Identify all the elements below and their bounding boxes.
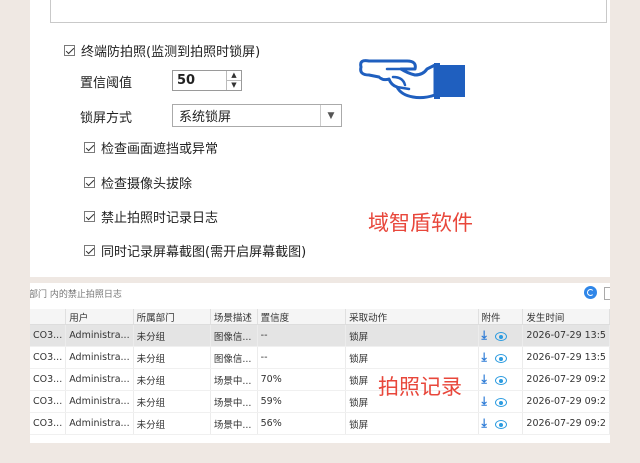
confidence-label-text: 置信阈值 [80, 76, 133, 91]
disable-photo-log-checkbox[interactable] [84, 211, 95, 222]
download-icon[interactable]: ⤓ [482, 350, 487, 364]
table-row[interactable]: CO3... Administra... 未分组 场景中... 56% 锁屏 ⤓… [30, 412, 610, 435]
cell-dept: 未分组 [133, 346, 211, 369]
cell-attachment: ⤓ [478, 324, 524, 347]
stepper-down-icon[interactable]: ▼ [227, 81, 241, 90]
check-camera-option[interactable]: 检查摄像头拔除 [84, 173, 192, 192]
cell-computer: CO3... [30, 390, 67, 413]
records-annotation: 拍照记录 [378, 375, 462, 399]
cell-time: 2026-07-29 09:2 [522, 390, 610, 413]
cell-attachment: ⤓ [478, 412, 524, 435]
filter-text: 部门 内的禁止拍照日志 [30, 290, 122, 300]
col-header-user[interactable]: 用户 [65, 309, 134, 325]
cell-confidence: 70% [257, 368, 347, 391]
download-icon[interactable]: ⤓ [482, 394, 487, 408]
lock-mode-label: 锁屏方式 [80, 107, 132, 126]
cell-scene: 图像信... [210, 346, 258, 369]
col-header-scene[interactable]: 场景描述 [210, 309, 258, 325]
download-icon[interactable]: ⤓ [482, 372, 487, 386]
disable-photo-log-option[interactable]: 禁止拍照时记录日志 [84, 207, 218, 226]
cell-action: 锁屏 [345, 412, 479, 435]
confidence-value[interactable]: 50 [173, 73, 226, 88]
cell-computer: CO3... [30, 324, 67, 347]
col-header[interactable] [30, 309, 67, 325]
cell-scene: 场景中... [210, 368, 258, 391]
cell-time: 2026-07-29 13:5 [522, 324, 610, 347]
check-camera-label: 检查摄像头拔除 [101, 177, 193, 192]
eye-icon[interactable] [494, 332, 507, 341]
cell-attachment: ⤓ [478, 368, 524, 391]
col-header-time[interactable]: 发生时间 [522, 309, 610, 325]
cell-confidence: 56% [257, 412, 347, 435]
cell-scene: 图像信... [210, 324, 258, 347]
cell-dept: 未分组 [133, 368, 211, 391]
confidence-label: 置信阈值 [80, 72, 132, 91]
top-input-field[interactable] [50, 0, 607, 23]
cell-scene: 场景中... [210, 412, 258, 435]
export-icon[interactable] [604, 287, 610, 300]
check-occlusion-label: 检查画面遮挡或异常 [101, 142, 219, 157]
confidence-stepper[interactable]: 50 ▲ ▼ [172, 70, 242, 91]
cell-user: Administra... [65, 390, 134, 413]
table-row[interactable]: CO3... Administra... 未分组 图像信... -- 锁屏 ⤓ … [30, 324, 610, 347]
check-camera-checkbox[interactable] [84, 177, 95, 188]
col-header-dept[interactable]: 所属部门 [133, 309, 211, 325]
cell-dept: 未分组 [133, 412, 211, 435]
stepper-up-icon[interactable]: ▲ [227, 71, 241, 81]
cell-confidence: -- [257, 346, 347, 369]
col-header-action[interactable]: 采取动作 [345, 309, 479, 325]
eye-icon[interactable] [494, 376, 507, 385]
cell-dept: 未分组 [133, 324, 211, 347]
filter-bar: 部门 内的禁止拍照日志 [30, 283, 610, 304]
cell-attachment: ⤓ [478, 346, 524, 369]
eye-icon[interactable] [494, 398, 507, 407]
terminal-anti-photo-label: 终端防拍照(监测到拍照时锁屏) [81, 45, 261, 60]
lock-mode-select[interactable]: 系统锁屏 ▼ [172, 104, 342, 127]
photo-log-table: 用户 所属部门 场景描述 置信度 采取动作 附件 发生时间 CO3... Adm… [30, 309, 610, 435]
record-screenshot-checkbox[interactable] [84, 245, 95, 256]
cell-time: 2026-07-29 09:2 [522, 412, 610, 435]
terminal-anti-photo-option[interactable]: 终端防拍照(监测到拍照时锁屏) [64, 41, 260, 60]
cell-dept: 未分组 [133, 390, 211, 413]
terminal-anti-photo-checkbox[interactable] [64, 45, 75, 56]
cell-confidence: 59% [257, 390, 347, 413]
pointing-hand-icon [359, 59, 465, 100]
refresh-icon[interactable] [584, 286, 597, 299]
cell-computer: CO3... [30, 368, 67, 391]
download-icon[interactable]: ⤓ [482, 416, 487, 430]
cell-scene: 场景中... [210, 390, 258, 413]
eye-icon[interactable] [494, 354, 507, 363]
table-header: 用户 所属部门 场景描述 置信度 采取动作 附件 发生时间 [30, 309, 610, 325]
cell-attachment: ⤓ [478, 390, 524, 413]
cell-action: 锁屏 [345, 346, 479, 369]
cell-confidence: -- [257, 324, 347, 347]
cell-computer: CO3... [30, 346, 67, 369]
cell-user: Administra... [65, 368, 134, 391]
brand-annotation: 域智盾软件 [368, 211, 473, 235]
cell-user: Administra... [65, 324, 134, 347]
eye-icon[interactable] [494, 420, 507, 429]
cell-computer: CO3... [30, 412, 67, 435]
table-row[interactable]: CO3... Administra... 未分组 图像信... -- 锁屏 ⤓ … [30, 346, 610, 369]
col-header-attachment[interactable]: 附件 [478, 309, 524, 325]
photo-log-table-panel: 部门 内的禁止拍照日志 用户 所属部门 场景描述 置信度 采取动作 附件 发生时… [30, 283, 610, 443]
col-header-confidence[interactable]: 置信度 [257, 309, 347, 325]
download-icon[interactable]: ⤓ [482, 328, 487, 342]
table-row[interactable]: CO3... Administra... 未分组 场景中... 70% 锁屏 ⤓… [30, 368, 610, 391]
record-screenshot-label: 同时记录屏幕截图(需开启屏幕截图) [101, 245, 307, 260]
cell-time: 2026-07-29 13:5 [522, 346, 610, 369]
chevron-down-icon[interactable]: ▼ [320, 105, 341, 126]
disable-photo-log-label: 禁止拍照时记录日志 [101, 211, 219, 226]
check-occlusion-checkbox[interactable] [84, 142, 95, 153]
cell-user: Administra... [65, 346, 134, 369]
check-occlusion-option[interactable]: 检查画面遮挡或异常 [84, 138, 218, 157]
cell-user: Administra... [65, 412, 134, 435]
record-screenshot-option[interactable]: 同时记录屏幕截图(需开启屏幕截图) [84, 241, 306, 260]
lock-mode-value: 系统锁屏 [179, 110, 232, 125]
cell-time: 2026-07-29 09:2 [522, 368, 610, 391]
stepper-arrows[interactable]: ▲ ▼ [226, 71, 241, 90]
table-row[interactable]: CO3... Administra... 未分组 场景中... 59% 锁屏 ⤓… [30, 390, 610, 413]
lock-mode-label-text: 锁屏方式 [80, 111, 133, 126]
cell-action: 锁屏 [345, 324, 479, 347]
